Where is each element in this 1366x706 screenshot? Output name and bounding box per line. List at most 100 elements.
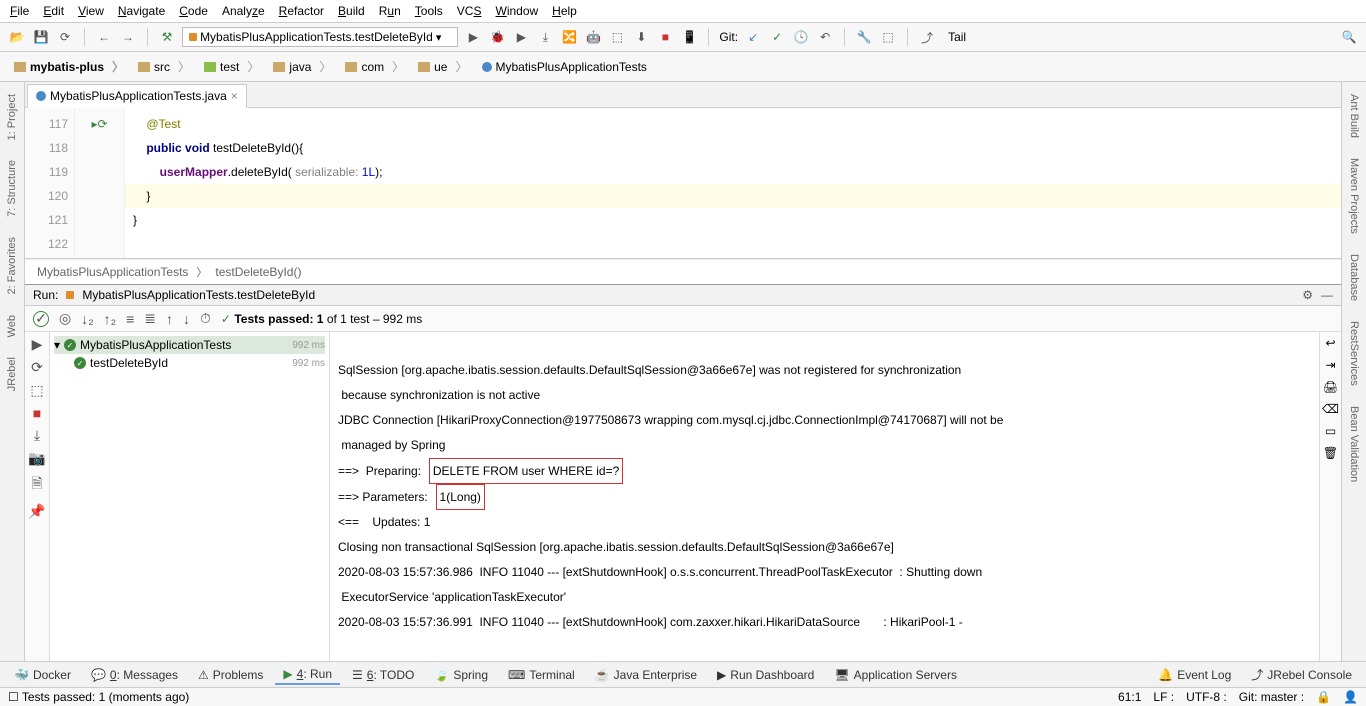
bc-test[interactable]: test [198,56,267,77]
side-maven[interactable]: Maven Projects [1348,152,1360,240]
collapse-icon[interactable]: ≣ [144,310,156,327]
settings-icon[interactable]: 🔧 [855,28,873,46]
bc-java[interactable]: java [267,56,339,77]
screenshot-icon[interactable]: 📷 [28,450,45,467]
file-tab[interactable]: MybatisPlusApplicationTests.java × [27,84,247,108]
tab-run[interactable]: ▶ 4: Run [275,665,340,685]
side-favorites[interactable]: 2: Favorites [6,231,18,300]
menu-vcs[interactable]: VCS [457,4,482,18]
toggle-auto-icon[interactable]: ⟳ [31,359,43,376]
git-history-icon[interactable]: 🕓 [792,28,810,46]
jrebel-icon[interactable]: ⤴ [918,28,936,46]
menu-navigate[interactable]: Navigate [118,4,165,18]
lock-icon[interactable]: 🔒 [1316,690,1331,704]
side-web[interactable]: Web [6,309,18,343]
side-database[interactable]: Database [1348,248,1360,307]
debug-icon[interactable]: 🐞 [488,28,506,46]
menu-code[interactable]: Code [179,4,208,18]
history-icon[interactable]: ⏱ [200,310,211,327]
forward-icon[interactable]: → [119,28,137,46]
menu-window[interactable]: Window [495,4,538,18]
dump-icon[interactable]: ⤓ [34,427,40,444]
memory-icon[interactable]: 👤 [1343,690,1358,704]
scroll-end-icon[interactable]: ⇥ [1325,358,1335,372]
filter-icon[interactable]: ▭ [1325,424,1336,438]
attach-icon[interactable]: 🔀 [560,28,578,46]
hide-icon[interactable]: — [1321,288,1333,302]
coverage-icon[interactable]: ▶ [512,28,530,46]
bc-com[interactable]: com [339,56,412,77]
tab-docker[interactable]: 🐳 Docker [6,666,79,684]
git-update-icon[interactable]: ↙ [744,28,762,46]
rerun-icon[interactable]: ▶ [32,336,43,353]
bc-src[interactable]: src [132,56,198,77]
bc-root[interactable]: mybatis-plus [8,56,132,77]
clear-icon[interactable]: ⌫ [1322,402,1339,416]
sort-up-icon[interactable]: ↑₂ [104,311,116,327]
avd-icon[interactable]: ⬚ [608,28,626,46]
device-icon[interactable]: 📱 [680,28,698,46]
menu-help[interactable]: Help [552,4,577,18]
tab-problems[interactable]: ⚠ Problems [190,666,271,684]
status-encoding[interactable]: UTF-8 : [1186,690,1227,704]
side-bean[interactable]: Bean Validation [1348,400,1360,488]
trash-icon[interactable]: 🗑 [1323,446,1338,460]
bc-ue[interactable]: ue [412,56,475,77]
status-line-sep[interactable]: LF : [1153,690,1174,704]
test-tree-item[interactable]: ✓ testDeleteById 992 ms [54,354,325,372]
export-icon[interactable]: 🗎 [31,473,42,497]
menu-build[interactable]: Build [338,4,365,18]
soft-wrap-icon[interactable]: ↩ [1325,336,1335,350]
settings-icon[interactable]: ⚙ [1302,288,1313,302]
menu-view[interactable]: View [78,4,104,18]
bc-class[interactable]: MybatisPlusApplicationTests [476,58,663,76]
tab-spring[interactable]: 🍃 Spring [426,666,496,684]
console-output[interactable]: SqlSession [org.apache.ibatis.session.de… [330,332,1319,661]
search-icon[interactable]: 🔍 [1340,28,1358,46]
android-icon[interactable]: 🤖 [584,28,602,46]
code-editor[interactable]: @Test public void testDeleteById(){ user… [125,108,1341,258]
test-tree-root[interactable]: ▾✓ MybatisPlusApplicationTests 992 ms [54,336,325,354]
menu-edit[interactable]: Edit [43,4,64,18]
side-jrebel[interactable]: JRebel [6,351,18,397]
side-ant[interactable]: Ant Build [1348,88,1360,144]
stop-icon[interactable]: ■ [656,28,674,46]
sort-down-icon[interactable]: ↓₂ [81,311,93,327]
menu-run[interactable]: Run [379,4,401,18]
refresh-icon[interactable]: ⟳ [56,28,74,46]
back-icon[interactable]: ← [95,28,113,46]
git-commit-icon[interactable]: ✓ [768,28,786,46]
menu-refactor[interactable]: Refactor [279,4,324,18]
print-icon[interactable]: 🖨 [1323,380,1338,394]
expand-icon[interactable]: ≡ [126,311,134,327]
tab-jrebel-console[interactable]: ⤴ JRebel Console [1243,664,1360,685]
pin-icon[interactable]: ⬚ [30,382,43,399]
next-icon[interactable]: ↓ [183,311,190,327]
open-icon[interactable]: 📂 [8,28,26,46]
run-gutter-icon[interactable]: ▸⟳ [75,112,124,136]
stop-icon[interactable]: ■ [33,405,41,421]
tab-terminal[interactable]: ⌨ Terminal [500,666,583,684]
prev-icon[interactable]: ↑ [166,311,173,327]
structure-icon[interactable]: ⬚ [879,28,897,46]
show-passed-icon[interactable]: ✓ [33,311,49,327]
run-config-dropdown[interactable]: MybatisPlusApplicationTests.testDeleteBy… [182,27,458,47]
build-icon[interactable]: ⚒ [158,28,176,46]
show-ignored-icon[interactable]: ◎ [59,310,71,327]
side-rest[interactable]: RestServices [1348,315,1360,392]
tab-java-ee[interactable]: ☕ Java Enterprise [587,666,705,684]
menu-analyze[interactable]: Analyze [222,4,265,18]
tab-app-servers[interactable]: 🖥 Application Servers [826,666,965,684]
tab-run-dashboard[interactable]: ▶ Run Dashboard [709,666,822,684]
menu-file[interactable]: File [10,4,29,18]
close-icon[interactable]: × [231,89,238,103]
tab-messages[interactable]: 💬 0: Messages [83,666,186,684]
menu-tools[interactable]: Tools [415,4,443,18]
save-icon[interactable]: 💾 [32,28,50,46]
side-project[interactable]: 1: Project [6,88,18,146]
git-revert-icon[interactable]: ↶ [816,28,834,46]
side-structure[interactable]: 7: Structure [6,154,18,223]
more-icon[interactable]: 📌 [28,503,45,520]
tab-event-log[interactable]: 🔔 Event Log [1150,666,1239,684]
test-tree[interactable]: ▾✓ MybatisPlusApplicationTests 992 ms ✓ … [50,332,330,661]
